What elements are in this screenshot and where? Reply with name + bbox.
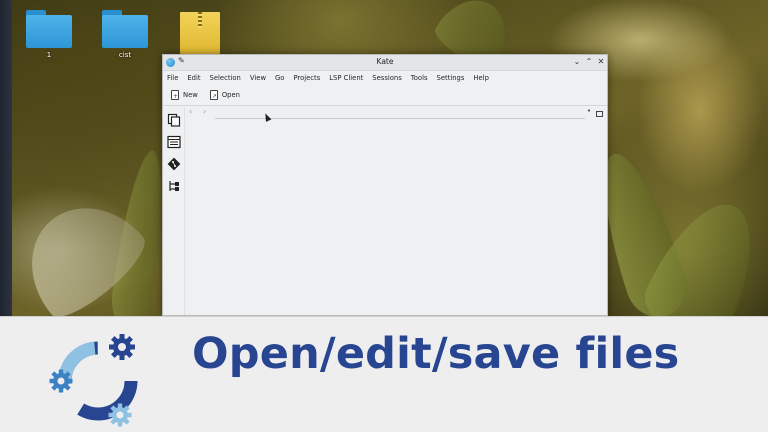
menu-tools[interactable]: Tools xyxy=(411,74,428,82)
menu-lsp-client[interactable]: LSP Client xyxy=(329,74,363,82)
folder-icon xyxy=(102,10,148,48)
open-button-label: Open xyxy=(221,90,240,99)
desktop-icon-label: 1 xyxy=(46,51,52,59)
side-panel-bar xyxy=(163,107,185,315)
window-title: Kate xyxy=(376,57,394,66)
banner-title: Open/edit/save files xyxy=(192,329,680,379)
title-banner: Open/edit/save files xyxy=(0,316,768,432)
pin-tab-icon[interactable]: • xyxy=(587,107,591,115)
title-bar[interactable]: ✎ Kate ⌄ ⌃ ✕ xyxy=(163,55,607,71)
menu-selection[interactable]: Selection xyxy=(210,74,241,82)
split-view-icon[interactable] xyxy=(596,111,603,117)
git-icon[interactable] xyxy=(167,157,181,171)
open-document-icon: ↗ xyxy=(209,89,218,100)
documents-icon[interactable] xyxy=(167,113,181,127)
menu-edit[interactable]: Edit xyxy=(187,74,200,82)
new-button-label: New xyxy=(183,90,198,99)
menu-settings[interactable]: Settings xyxy=(437,74,465,82)
folder-icon xyxy=(26,10,72,48)
minimize-button[interactable]: ⌄ xyxy=(572,57,582,66)
menu-file[interactable]: File xyxy=(167,74,178,82)
desktop-icon-label: cist xyxy=(118,51,132,59)
main-toolbar: + New ↗ Open xyxy=(163,84,607,106)
open-button[interactable]: ↗ Open xyxy=(209,89,240,100)
menu-go[interactable]: Go xyxy=(275,74,284,82)
forward-button[interactable]: › xyxy=(203,107,206,116)
navigation-bar: ‹ › • xyxy=(187,107,605,121)
menu-bar: File Edit Selection View Go Projects LSP… xyxy=(163,71,607,84)
desktop-icon-folder-cist[interactable]: cist xyxy=(95,10,155,59)
gears-logo-icon xyxy=(49,334,138,427)
panel-edge xyxy=(0,0,12,316)
menu-sessions[interactable]: Sessions xyxy=(372,74,401,82)
desktop-icon-archive[interactable] xyxy=(170,12,230,57)
desktop-icon-folder-1[interactable]: 1 xyxy=(19,10,79,59)
menu-view[interactable]: View xyxy=(250,74,266,82)
projects-list-icon[interactable] xyxy=(166,135,181,149)
back-button[interactable]: ‹ xyxy=(189,107,192,116)
menu-help[interactable]: Help xyxy=(473,74,489,82)
maximize-button[interactable]: ⌃ xyxy=(584,57,594,66)
new-button[interactable]: + New xyxy=(171,89,198,100)
new-document-icon: + xyxy=(171,89,179,100)
archive-icon xyxy=(180,12,220,54)
close-button[interactable]: ✕ xyxy=(596,57,606,66)
symbol-tree-icon[interactable] xyxy=(167,179,181,193)
menu-projects[interactable]: Projects xyxy=(293,74,320,82)
kate-window: ✎ Kate ⌄ ⌃ ✕ File Edit Selection View Go… xyxy=(162,54,608,316)
